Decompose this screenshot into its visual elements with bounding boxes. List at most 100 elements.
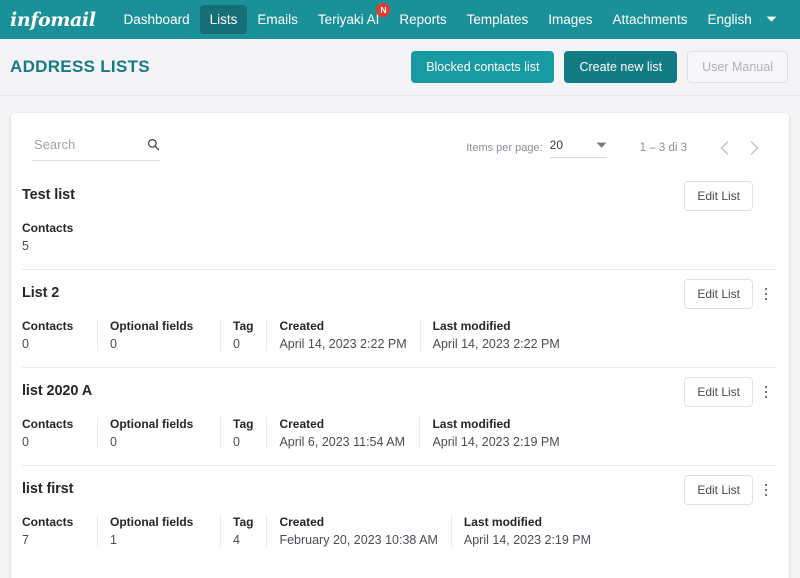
meta-value: April 14, 2023 2:22 PM — [432, 337, 560, 351]
meta-contacts: Contacts 0 — [22, 317, 97, 353]
meta-contacts: Contacts 0 — [22, 415, 97, 451]
previous-page-button[interactable] — [709, 133, 739, 163]
list-row-actions: Edit List — [684, 475, 777, 505]
meta-value: 1 — [110, 533, 117, 547]
list-row-header: List 2 Edit List — [22, 279, 777, 309]
list-row-meta: Contacts 7 Optional fields 1 Tag 4 Creat… — [22, 513, 777, 549]
meta-value: 0 — [110, 337, 117, 351]
meta-value: 0 — [22, 337, 29, 351]
search-input[interactable] — [32, 135, 147, 153]
list-row-header: list first Edit List — [22, 475, 777, 505]
nav-label: Reports — [399, 12, 447, 27]
list-toolbar: Items per page: 20 1 – 3 di 3 — [11, 113, 789, 171]
items-per-page-label: Items per page: — [466, 142, 543, 154]
list-row[interactable]: list first Edit List Contacts 7 Optional… — [11, 465, 789, 563]
meta-contacts: Contacts 7 — [22, 513, 97, 549]
meta-value: April 14, 2023 2:19 PM — [432, 435, 560, 449]
list-name: list first — [22, 481, 74, 497]
nav-item-dashboard[interactable]: Dashboard — [114, 5, 200, 34]
meta-value: 5 — [22, 239, 29, 253]
brand-logo[interactable]: infomail — [10, 9, 114, 31]
meta-optional-fields: Optional fields 0 — [97, 317, 220, 353]
meta-optional-fields: Optional fields 0 — [97, 415, 220, 451]
blocked-contacts-list-button[interactable]: Blocked contacts list — [411, 51, 555, 83]
nav-item-lists[interactable]: Lists — [199, 5, 248, 34]
list-row-meta: Contacts 0 Optional fields 0 Tag 0 Creat… — [22, 415, 777, 451]
nav-label: Templates — [466, 12, 529, 27]
list-row-actions: Edit List — [684, 279, 777, 309]
meta-header: Created — [279, 319, 325, 333]
nav-item-emails[interactable]: Emails — [247, 5, 308, 34]
edit-list-button[interactable]: Edit List — [684, 475, 753, 505]
nav-item-templates[interactable]: Templates — [457, 5, 539, 34]
meta-value: 7 — [22, 533, 29, 547]
more-options-icon[interactable] — [755, 279, 777, 309]
list-row[interactable]: Test list Edit List Contacts 5 — [11, 171, 789, 269]
chevron-down-icon[interactable] — [586, 142, 607, 149]
new-badge-icon: N — [376, 3, 391, 17]
meta-header: Tag — [233, 515, 254, 529]
nav-item-reports[interactable]: Reports — [389, 5, 456, 34]
list-row-actions: Edit List — [684, 377, 777, 407]
list-row-meta: Contacts 5 — [22, 219, 777, 255]
nav-label: Emails — [257, 12, 298, 27]
list-row-actions: Edit List — [684, 181, 777, 211]
user-manual-button[interactable]: User Manual — [687, 51, 788, 83]
meta-created: Created April 6, 2023 11:54 AM — [266, 415, 419, 451]
paginator: Items per page: 20 1 – 3 di 3 — [466, 133, 777, 163]
meta-value: 0 — [233, 337, 240, 351]
pagination-range-label: 1 – 3 di 3 — [639, 142, 687, 154]
meta-value: 0 — [22, 435, 29, 449]
list-row[interactable]: list 2020 A Edit List Contacts 0 Optiona… — [11, 367, 789, 465]
meta-header: Last modified — [432, 417, 511, 431]
list-row[interactable]: List 2 Edit List Contacts 0 Optional fie… — [11, 269, 789, 367]
meta-value: 0 — [110, 435, 117, 449]
meta-last-modified: Last modified April 14, 2023 2:19 PM — [419, 415, 572, 451]
list-row-header: list 2020 A Edit List — [22, 377, 777, 407]
meta-tag: Tag 4 — [220, 513, 266, 549]
meta-header: Tag — [233, 319, 254, 333]
meta-header: Created — [279, 515, 325, 529]
list-row-meta: Contacts 0 Optional fields 0 Tag 0 Creat… — [22, 317, 777, 353]
search-field[interactable] — [32, 135, 160, 161]
nav-label: Teriyaki AI — [317, 12, 380, 27]
meta-value: February 20, 2023 10:38 AM — [279, 533, 438, 547]
address-lists-card: Items per page: 20 1 – 3 di 3 Test list … — [11, 113, 789, 578]
page-title: ADDRESS LISTS — [10, 57, 150, 76]
create-new-list-button[interactable]: Create new list — [564, 51, 678, 83]
meta-header: Created — [279, 417, 325, 431]
meta-contacts: Contacts 5 — [22, 219, 73, 255]
language-label: English — [707, 12, 752, 27]
page-header: ADDRESS LISTS Blocked contacts list Crea… — [0, 39, 800, 96]
items-per-page-select[interactable]: 20 — [549, 138, 607, 158]
more-options-icon[interactable] — [755, 475, 777, 505]
header-actions: Blocked contacts list Create new list Us… — [411, 51, 788, 83]
meta-value: 0 — [233, 435, 240, 449]
list-row-header: Test list Edit List — [22, 181, 777, 211]
meta-value: 4 — [233, 533, 240, 547]
list-name: list 2020 A — [22, 383, 93, 399]
nav-item-attachments[interactable]: Attachments — [602, 5, 697, 34]
language-selector[interactable]: English — [698, 5, 762, 34]
meta-header: Optional fields — [110, 417, 194, 431]
nav-label: Attachments — [612, 12, 688, 27]
chevron-down-icon[interactable] — [762, 16, 783, 23]
edit-list-button[interactable]: Edit List — [684, 181, 753, 211]
search-icon[interactable] — [147, 138, 160, 151]
edit-list-button[interactable]: Edit List — [684, 377, 753, 407]
more-options-icon[interactable] — [755, 377, 777, 407]
meta-header: Contacts — [22, 221, 74, 235]
nav-label: Images — [548, 12, 593, 27]
meta-created: Created April 14, 2023 2:22 PM — [266, 317, 419, 353]
meta-optional-fields: Optional fields 1 — [97, 513, 220, 549]
meta-value: April 6, 2023 11:54 AM — [279, 435, 405, 449]
meta-header: Last modified — [432, 319, 511, 333]
nav-item-images[interactable]: Images — [538, 5, 602, 34]
meta-value: April 14, 2023 2:22 PM — [279, 337, 407, 351]
meta-header: Contacts — [22, 417, 74, 431]
next-page-button[interactable] — [739, 133, 769, 163]
meta-header: Optional fields — [110, 515, 194, 529]
edit-list-button[interactable]: Edit List — [684, 279, 753, 309]
nav-item-teriyaki-ai[interactable]: Teriyaki AI N — [308, 3, 391, 34]
top-navbar: infomail Dashboard Lists Emails Teriyaki… — [0, 0, 800, 39]
